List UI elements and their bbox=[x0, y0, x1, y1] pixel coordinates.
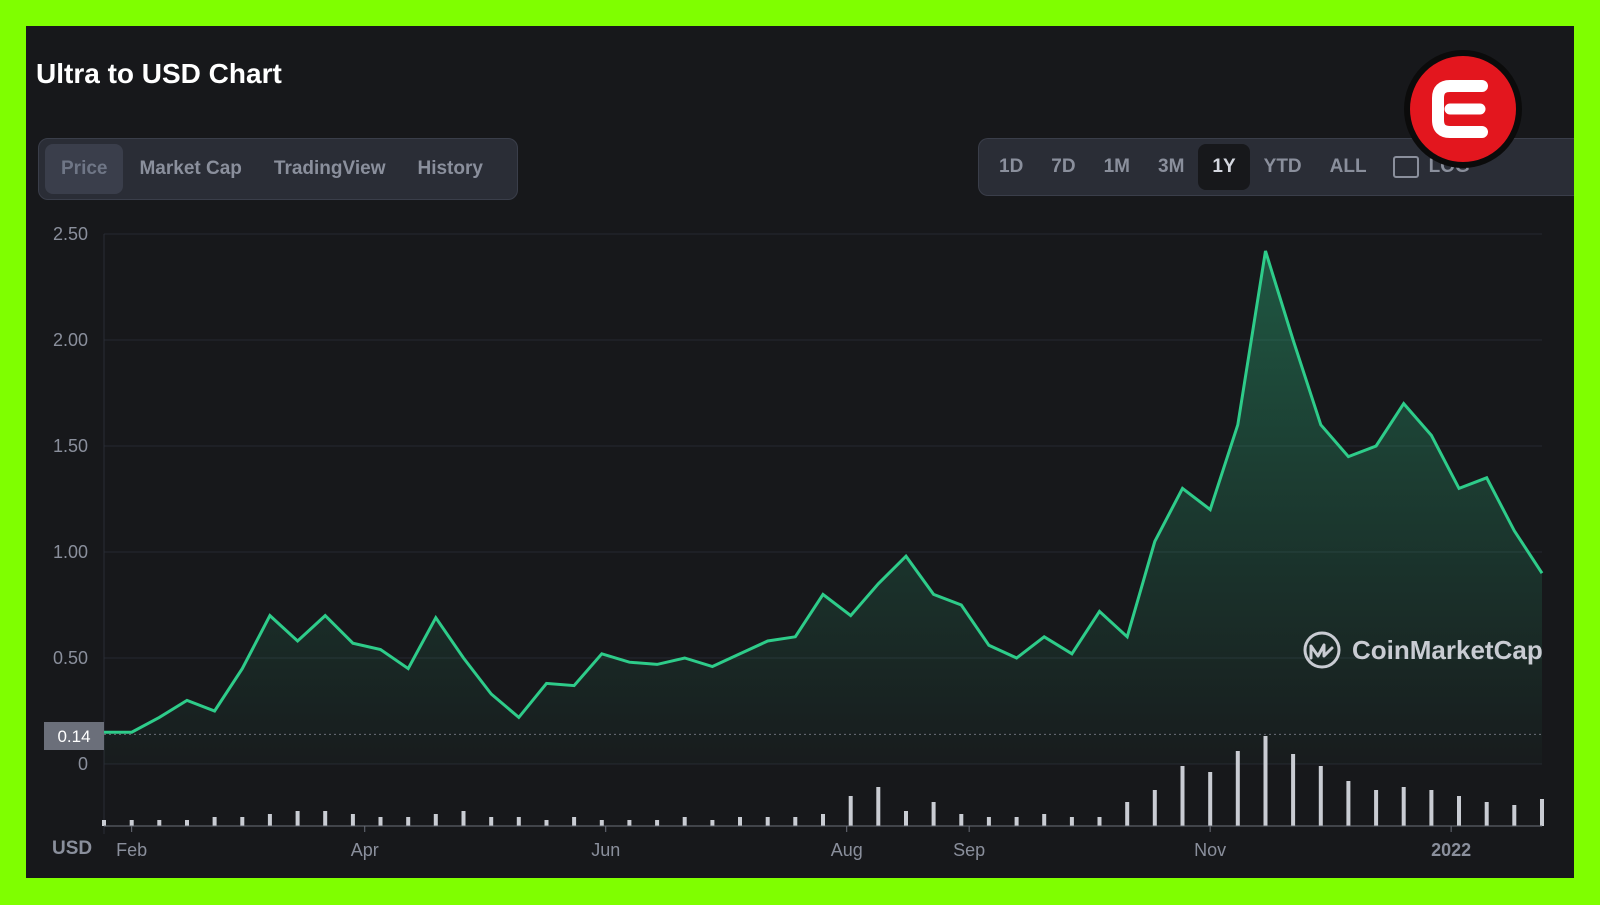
volume-bar bbox=[1401, 787, 1406, 826]
volume-bar bbox=[1152, 790, 1157, 826]
channel-logo-badge bbox=[1404, 50, 1522, 168]
tab-history[interactable]: History bbox=[401, 144, 498, 194]
coinmarketcap-watermark: CoinMarketCap bbox=[1302, 630, 1543, 670]
currency-label: USD bbox=[52, 838, 92, 859]
range-3m[interactable]: 3M bbox=[1144, 144, 1198, 190]
volume-bar bbox=[1097, 817, 1102, 826]
volume-bar bbox=[1042, 814, 1047, 826]
x-tick-label: Jun bbox=[591, 840, 620, 860]
y-tick-label: 2.00 bbox=[53, 330, 88, 350]
volume-bar bbox=[599, 820, 604, 826]
y-tick-label: 1.00 bbox=[53, 542, 88, 562]
volume-bar bbox=[1484, 802, 1489, 826]
volume-bar bbox=[904, 811, 908, 826]
volume-bar bbox=[738, 817, 742, 826]
y-tick-label: 2.50 bbox=[53, 224, 88, 244]
y-tick-label: 1.50 bbox=[53, 436, 88, 456]
volume-bar bbox=[102, 820, 106, 826]
volume-bar bbox=[240, 817, 245, 826]
range-all[interactable]: ALL bbox=[1316, 144, 1381, 190]
chart-panel: 2.50 2.00 1.50 1.00 0.50 0 0.14 Feb Apr Jun Aug S… bbox=[26, 26, 1574, 878]
volume-bar bbox=[572, 817, 577, 826]
volume-bar bbox=[129, 820, 134, 826]
range-1m[interactable]: 1M bbox=[1090, 144, 1144, 190]
range-1y[interactable]: 1Y bbox=[1198, 144, 1250, 190]
volume-bar bbox=[1263, 736, 1268, 826]
range-1d[interactable]: 1D bbox=[985, 144, 1037, 190]
volume-bar bbox=[544, 820, 549, 826]
range-ytd[interactable]: YTD bbox=[1250, 144, 1316, 190]
x-tick-label: Aug bbox=[831, 840, 863, 860]
chart-type-tabs: Price Market Cap TradingView History bbox=[38, 138, 518, 200]
volume-bar bbox=[959, 814, 964, 826]
volume-bar bbox=[350, 814, 355, 826]
x-tick-label: Sep bbox=[953, 840, 985, 860]
y-tick-label: 0 bbox=[78, 754, 88, 774]
volume-bar bbox=[1014, 817, 1019, 826]
tab-tradingview[interactable]: TradingView bbox=[258, 144, 402, 194]
volume-bar bbox=[1235, 751, 1240, 826]
volume-bar bbox=[876, 787, 881, 826]
volume-bar bbox=[378, 817, 383, 826]
range-7d[interactable]: 7D bbox=[1037, 144, 1089, 190]
tab-market-cap[interactable]: Market Cap bbox=[123, 144, 257, 194]
volume-bar bbox=[1125, 802, 1130, 826]
volume-bar bbox=[323, 811, 328, 826]
chart-title: Ultra to USD Chart bbox=[36, 58, 282, 89]
y-tick-label: 0.50 bbox=[53, 648, 88, 668]
watermark-text: CoinMarketCap bbox=[1352, 634, 1543, 665]
volume-bar bbox=[821, 814, 825, 826]
volume-bar bbox=[765, 817, 770, 826]
x-tick-label: 2022 bbox=[1431, 840, 1471, 860]
volume-bar bbox=[406, 817, 411, 826]
volume-bar bbox=[1540, 799, 1544, 826]
tab-price[interactable]: Price bbox=[45, 144, 124, 194]
volume-bar bbox=[1457, 796, 1461, 826]
volume-bar bbox=[295, 811, 300, 826]
volume-bar bbox=[516, 817, 521, 826]
volume-bar bbox=[848, 796, 853, 826]
volume-bar bbox=[267, 814, 272, 826]
volume-bar bbox=[1374, 790, 1379, 826]
volume-bar bbox=[157, 820, 162, 826]
volume-bar bbox=[1346, 781, 1351, 826]
current-price-label: 0.14 bbox=[57, 727, 90, 746]
volume-bar bbox=[185, 820, 189, 826]
x-tick-label: Feb bbox=[116, 840, 147, 860]
volume-bar bbox=[931, 802, 936, 826]
volume-bar bbox=[1208, 772, 1213, 826]
volume-bar bbox=[682, 817, 687, 826]
volume-bar bbox=[212, 817, 217, 826]
volume-bar bbox=[433, 814, 438, 826]
volume-bar bbox=[1069, 817, 1074, 826]
volume-bar bbox=[461, 811, 466, 826]
volume-bar bbox=[655, 820, 660, 826]
volume-bar bbox=[489, 817, 494, 826]
volume-bar bbox=[986, 817, 991, 826]
volume-bar bbox=[793, 817, 798, 826]
x-axis: Feb Apr Jun Aug Sep Nov 2022 bbox=[116, 826, 1471, 860]
volume-bar bbox=[1291, 754, 1296, 826]
volume-bar bbox=[1512, 805, 1517, 826]
volume-bar bbox=[1318, 766, 1323, 826]
x-tick-label: Nov bbox=[1194, 840, 1226, 860]
volume-bar bbox=[627, 820, 632, 826]
volume-bar bbox=[710, 820, 715, 826]
volume-bar bbox=[1180, 766, 1185, 826]
channel-logo-icon bbox=[1432, 80, 1488, 138]
price-area bbox=[104, 251, 1542, 764]
y-axis: 2.50 2.00 1.50 1.00 0.50 0 bbox=[53, 224, 88, 774]
volume-bar bbox=[1429, 790, 1434, 826]
coinmarketcap-icon bbox=[1303, 631, 1341, 669]
x-tick-label: Apr bbox=[351, 840, 379, 860]
